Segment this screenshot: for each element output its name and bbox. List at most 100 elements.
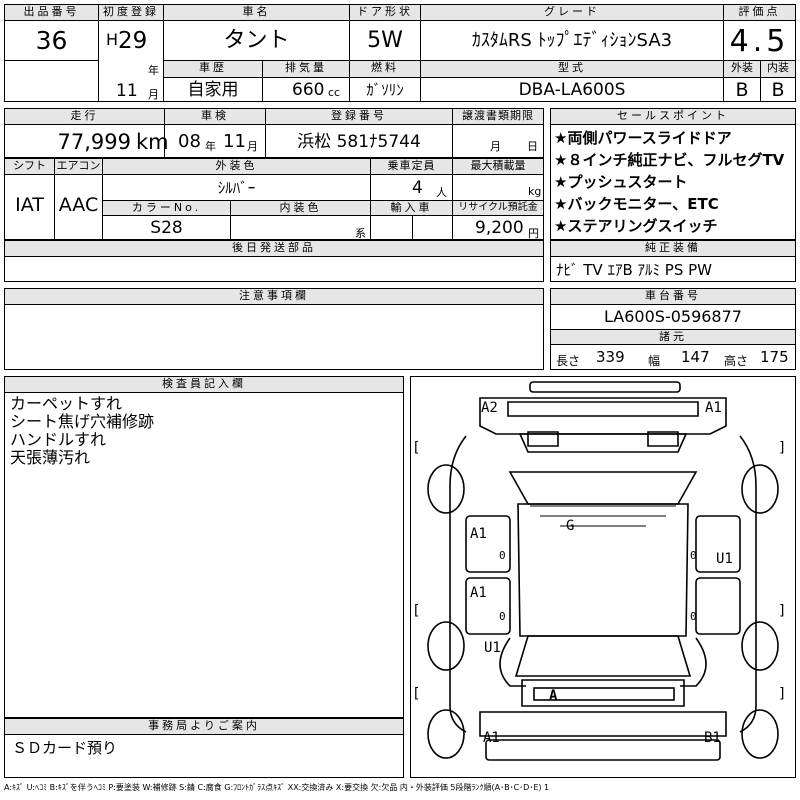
- interior-label: 内装: [761, 61, 795, 77]
- mark-front-left: A2: [481, 400, 498, 416]
- reg-month-suffix: 月: [148, 88, 159, 101]
- transfer-month: 月: [490, 140, 501, 153]
- sales-point-item: ★ステアリングスイッチ: [554, 217, 718, 235]
- int-color-suffix: 系: [355, 227, 366, 240]
- mark-right-rear-door: U1: [716, 551, 733, 567]
- inspector-notes: カーペットすれ シート焦げ穴補修跡 ハンドルすれ 天張薄汚れ: [6, 395, 154, 467]
- mark-door-small-3: 0: [690, 549, 697, 562]
- equipment-label: 純正装備: [551, 241, 795, 257]
- ext-color-label: 外装色: [103, 159, 370, 174]
- inspection-month: 11: [223, 131, 246, 152]
- era: H: [106, 30, 119, 49]
- car-diagram: [427, 381, 779, 761]
- transfer-day: 日: [527, 140, 538, 153]
- score-label: 評価点: [724, 5, 795, 21]
- inspector-note: シート焦げ穴補修跡: [10, 412, 155, 431]
- capacity: 4: [412, 178, 423, 198]
- int-color-label: 内装色: [231, 201, 370, 215]
- bracket-left-3: [: [412, 686, 421, 702]
- interior-grade: B: [771, 79, 785, 101]
- first-reg-label: 初度登録: [99, 5, 163, 21]
- width-value: 147: [681, 348, 710, 366]
- bracket-right-1: ]: [778, 440, 787, 456]
- import-label: 輸入車: [371, 201, 452, 215]
- legend: A:ｷｽﾞ U:ﾍｺﾐ B:ｷｽﾞを伴うﾍｺﾐ P:要塗装 W:補修跡 S:錆 …: [4, 783, 550, 792]
- lot-label: 出品番号: [5, 5, 98, 21]
- bracket-right-3: ]: [778, 686, 787, 702]
- car-name: タント: [223, 28, 290, 53]
- spec-label: 諸元: [551, 330, 795, 345]
- height-label: 高さ: [724, 354, 749, 368]
- transfer-label: 譲渡書類期限: [453, 109, 543, 124]
- inspector-label: 検査員記入欄: [5, 377, 403, 393]
- mileage-label: 走行: [5, 109, 164, 124]
- air-conditioner: AAC: [58, 194, 99, 216]
- color-no: S28: [150, 218, 183, 238]
- plate-label: 登録番号: [266, 109, 452, 124]
- mark-door-small-4: 0: [690, 610, 697, 623]
- height-value: 175: [760, 348, 789, 366]
- reg-month: 11: [116, 81, 138, 101]
- sales-point-item: ★両側パワースライドドア: [554, 129, 732, 147]
- capacity-unit: 人: [436, 186, 447, 199]
- cautions-label: 注意事項欄: [5, 289, 543, 305]
- sales-points-list: ★両側パワースライドドア ★８インチ純正ナビ、フルセグTV ★プッシュスタート …: [551, 127, 795, 237]
- exterior-grade: B: [735, 79, 749, 101]
- bracket-left-1: [: [412, 440, 421, 456]
- inspection-month-suffix: 月: [247, 140, 258, 153]
- inspection-year: 08: [178, 131, 201, 152]
- displacement-unit: cc: [328, 86, 341, 99]
- mark-glass: G: [566, 518, 575, 534]
- grade-label: グレード: [421, 5, 723, 21]
- office-value: ＳＤカード預り: [12, 739, 118, 757]
- door-label: ドア形状: [350, 5, 420, 21]
- history-label: 車歴: [164, 61, 262, 77]
- mark-front-right: A1: [705, 400, 722, 416]
- mark-left-front-door: A1: [470, 526, 487, 542]
- office-label: 事務局よりご案内: [5, 719, 403, 735]
- shift-label: シフト: [5, 159, 54, 174]
- length-label: 長さ: [556, 354, 581, 368]
- mark-door-small-1: 0: [499, 549, 506, 562]
- sales-point-item: ★バックモニター、ETC: [554, 195, 719, 213]
- score: 4.5: [729, 24, 790, 59]
- recycle-unit: 円: [528, 227, 539, 240]
- grade: ｶｽﾀﾑRS ﾄｯﾌﾟｴﾃﾞｨｼｮﾝSA3: [471, 30, 673, 51]
- door-shape: 5W: [367, 28, 403, 53]
- load-label: 最大積載量: [453, 159, 543, 174]
- sales-point-item: ★プッシュスタート: [554, 173, 688, 191]
- displacement: 660: [292, 80, 325, 100]
- mark-door-small-2: 0: [499, 610, 506, 623]
- inspector-note: 天張薄汚れ: [10, 448, 91, 467]
- history: 自家用: [187, 80, 239, 100]
- recycle-amount: 9,200: [475, 218, 524, 238]
- ac-label: エアコン: [55, 159, 102, 174]
- bracket-left-2: [: [412, 603, 421, 619]
- chassis-number: LA600S-0596877: [604, 307, 742, 326]
- load-unit: kg: [528, 185, 542, 198]
- mileage: 77,999: [57, 130, 131, 154]
- color-no-label: カラーNo.: [103, 201, 230, 215]
- bracket-right-2: ]: [778, 603, 787, 619]
- sales-point-item: ★８インチ純正ナビ、フルセグTV: [554, 151, 785, 169]
- mark-left-rear-door: A1: [470, 585, 487, 601]
- inspector-note: カーペットすれ: [10, 394, 123, 413]
- mark-rear-panel: A: [549, 688, 558, 704]
- mark-rear-bumper-left: A1: [483, 730, 500, 746]
- car-name-label: 車名: [164, 5, 349, 21]
- mileage-unit: km: [136, 130, 169, 154]
- sales-points-label: セールスポイント: [551, 109, 795, 125]
- length-value: 339: [596, 348, 625, 366]
- chassis-label: 車台番号: [551, 289, 795, 305]
- displacement-label: 排気量: [263, 61, 349, 77]
- recycle-label: リサイクル預託金: [453, 201, 543, 215]
- fuel: ｶﾞｿﾘﾝ: [366, 81, 404, 99]
- capacity-label: 乗車定員: [371, 159, 452, 174]
- mark-rear-bumper-right: B1: [704, 730, 721, 746]
- inspection-label: 車検: [165, 109, 265, 124]
- ext-color: ｼﾙﾊﾞｰ: [217, 179, 256, 197]
- inspector-note: ハンドルすれ: [10, 430, 107, 449]
- equipment-value: ﾅﾋﾞ TV ｴｱB ｱﾙﾐ PS PW: [556, 261, 712, 279]
- mark-left-rear-fender: U1: [484, 640, 501, 656]
- reg-year-suffix: 年: [148, 64, 159, 77]
